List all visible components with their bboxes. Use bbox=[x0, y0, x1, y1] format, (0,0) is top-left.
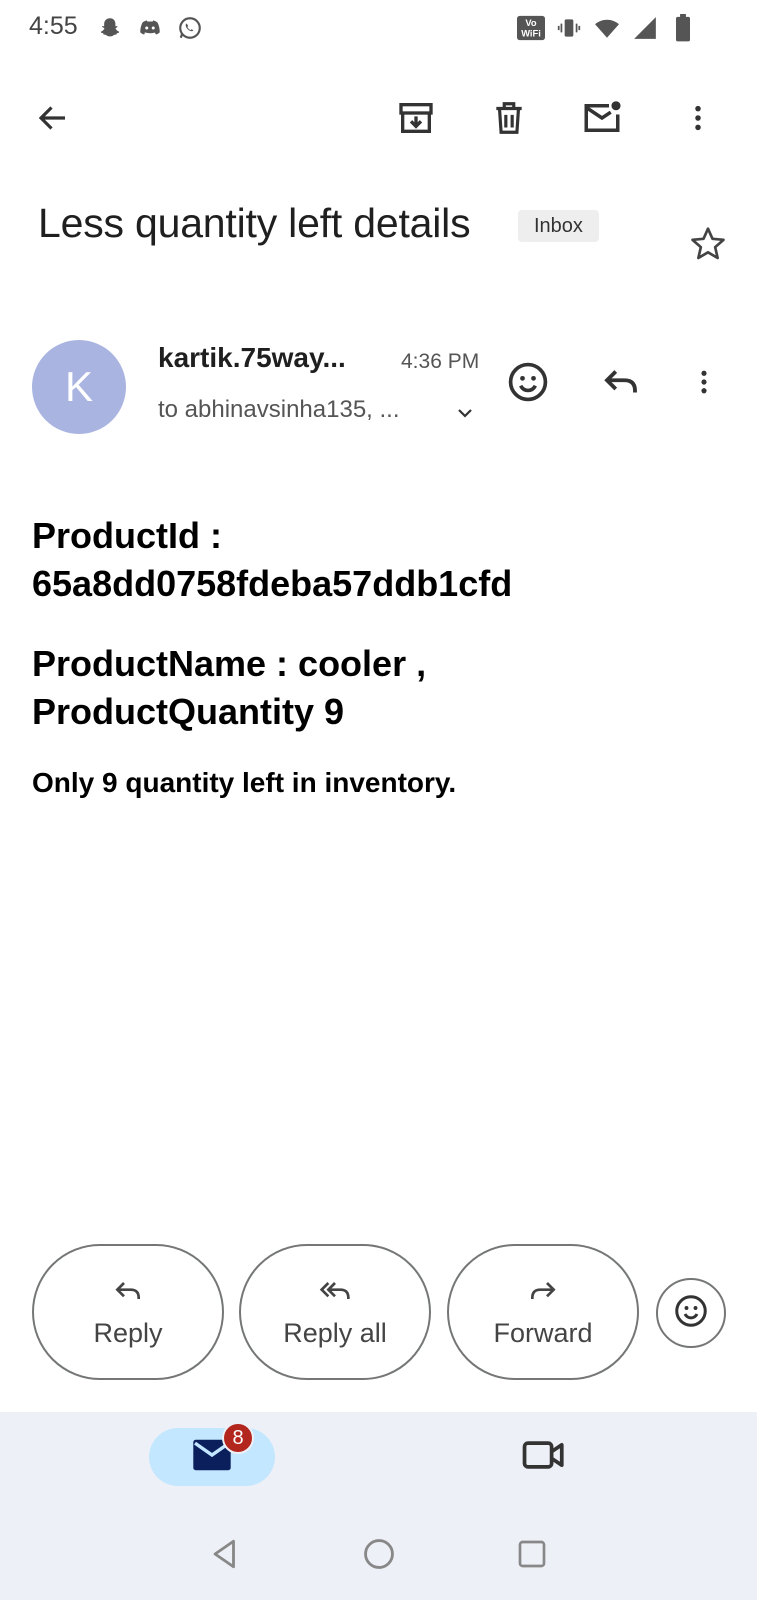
archive-icon[interactable] bbox=[380, 82, 452, 154]
add-reaction-icon bbox=[673, 1293, 709, 1334]
status-time: 4:55 bbox=[29, 12, 78, 40]
battery-icon bbox=[669, 14, 697, 42]
vowifi-icon: Vo WiFi bbox=[517, 14, 545, 42]
mark-unread-icon[interactable] bbox=[566, 82, 638, 154]
recipients[interactable]: to abhinavsinha135, ... bbox=[158, 396, 400, 424]
svg-text:Vo: Vo bbox=[525, 18, 537, 28]
forward-icon bbox=[527, 1275, 559, 1312]
back-arrow-icon[interactable] bbox=[17, 82, 89, 154]
reply-button[interactable]: Reply bbox=[32, 1244, 224, 1380]
reply-all-button[interactable]: Reply all bbox=[239, 1244, 431, 1380]
add-reaction-icon[interactable] bbox=[504, 358, 552, 406]
reply-label: Reply bbox=[93, 1318, 163, 1348]
reply-icon[interactable] bbox=[597, 358, 645, 406]
more-vert-icon[interactable] bbox=[680, 358, 728, 406]
nav-mail-tab[interactable] bbox=[149, 1428, 275, 1486]
product-id-value: 65a8dd0758fdeba57ddb1cfd bbox=[32, 563, 513, 604]
svg-text:WiFi: WiFi bbox=[521, 28, 541, 38]
star-icon[interactable] bbox=[686, 222, 730, 266]
wifi-icon bbox=[593, 14, 621, 42]
chevron-down-icon[interactable] bbox=[452, 400, 478, 426]
system-back-button[interactable] bbox=[201, 1530, 249, 1578]
inventory-note: Only 9 quantity left in inventory. bbox=[32, 767, 457, 798]
vibrate-icon bbox=[555, 14, 583, 42]
label-chip[interactable]: Inbox bbox=[518, 210, 599, 242]
sender-name[interactable]: kartik.75way... bbox=[158, 342, 346, 374]
product-name-line: ProductName : cooler , bbox=[32, 643, 427, 684]
reply-all-label: Reply all bbox=[283, 1318, 387, 1348]
forward-button[interactable]: Forward bbox=[447, 1244, 639, 1380]
email-time: 4:36 PM bbox=[401, 350, 480, 373]
avatar[interactable]: K bbox=[32, 340, 126, 434]
product-quantity-line: ProductQuantity 9 bbox=[32, 691, 345, 732]
whatsapp-icon bbox=[176, 14, 204, 42]
signal-icon bbox=[631, 14, 659, 42]
video-camera-icon bbox=[522, 1438, 566, 1477]
discord-icon bbox=[136, 14, 164, 42]
bottom-nav: 8 bbox=[0, 1412, 757, 1600]
forward-label: Forward bbox=[493, 1318, 593, 1348]
system-recents-button[interactable] bbox=[508, 1530, 556, 1578]
add-reaction-button[interactable] bbox=[656, 1278, 726, 1348]
product-id-label: ProductId : bbox=[32, 515, 222, 556]
unread-badge: 8 bbox=[222, 1422, 254, 1454]
email-subject: Less quantity left details bbox=[38, 200, 471, 246]
snapchat-icon bbox=[96, 14, 124, 42]
system-home-button[interactable] bbox=[355, 1530, 403, 1578]
reply-all-icon bbox=[317, 1275, 353, 1312]
reply-icon bbox=[112, 1275, 144, 1312]
status-bar: 4:55 Vo WiFi bbox=[0, 0, 757, 56]
more-vert-icon[interactable] bbox=[662, 82, 734, 154]
top-app-bar bbox=[0, 82, 757, 154]
delete-icon[interactable] bbox=[473, 82, 545, 154]
nav-meet-tab[interactable] bbox=[516, 1432, 572, 1482]
